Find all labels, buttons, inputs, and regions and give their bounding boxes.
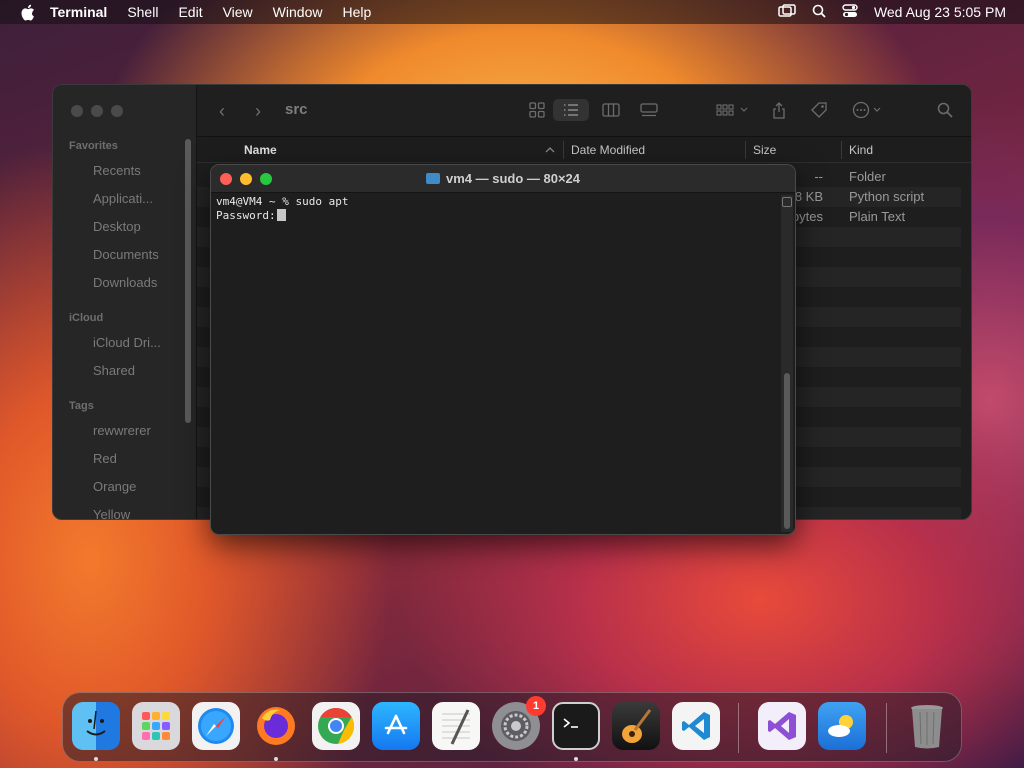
search-icon[interactable]	[812, 4, 826, 21]
file-kind: Folder	[849, 169, 886, 184]
menu-help[interactable]: Help	[342, 4, 371, 20]
finder-icon[interactable]	[72, 702, 120, 750]
column-name[interactable]: Name	[244, 143, 277, 157]
terminal-icon[interactable]	[552, 702, 600, 750]
back-icon[interactable]: ‹	[219, 101, 225, 122]
sidebar-scrollbar[interactable]	[185, 139, 191, 423]
terminal-titlebar[interactable]: vm4 — sudo — 80×24	[211, 165, 795, 193]
finder-sidebar: Favorites Recents Applicati... Desktop D…	[53, 85, 197, 519]
dock: 1	[62, 692, 962, 762]
sidebar-tag-yellow[interactable]: Yellow	[93, 507, 130, 519]
safari-icon[interactable]	[192, 702, 240, 750]
sidebar-item-applications[interactable]: Applicati...	[93, 191, 153, 206]
gallery-view-icon[interactable]	[637, 99, 661, 121]
menu-edit[interactable]: Edit	[178, 4, 202, 20]
folder-icon	[425, 173, 440, 184]
column-separator	[841, 141, 842, 159]
sidebar-item-recents[interactable]: Recents	[93, 163, 141, 178]
tag-icon[interactable]	[807, 99, 831, 121]
menu-view[interactable]: View	[223, 4, 253, 20]
sidebar-section-tags: Tags	[69, 400, 94, 412]
terminal-scroll-thumb[interactable]	[784, 373, 790, 529]
finder-search-icon[interactable]	[933, 99, 957, 121]
garageband-icon[interactable]	[612, 702, 660, 750]
file-kind: Plain Text	[849, 209, 906, 224]
running-indicator	[574, 757, 578, 761]
finder-column-header: Name Date Modified Size Kind	[197, 137, 971, 163]
list-view-icon[interactable]	[553, 99, 589, 121]
minimize-button[interactable]	[91, 105, 103, 117]
scroll-marker-icon[interactable]	[782, 197, 792, 207]
sidebar-item-documents[interactable]: Documents	[93, 247, 159, 262]
menu-window[interactable]: Window	[273, 4, 323, 20]
launchpad-icon[interactable]	[132, 702, 180, 750]
menu-clock[interactable]: Wed Aug 23 5:05 PM	[874, 4, 1006, 20]
sidebar-item-shared[interactable]: Shared	[93, 363, 135, 378]
terminal-line: Password:	[216, 209, 779, 223]
finder-path-title: src	[285, 101, 308, 118]
settings-icon[interactable]: 1	[492, 696, 546, 750]
terminal-title-text: vm4 — sudo — 80×24	[445, 171, 581, 186]
column-separator	[745, 141, 746, 159]
column-kind[interactable]: Kind	[849, 143, 873, 157]
menu-shell[interactable]: Shell	[127, 4, 158, 20]
file-size: 8 KB	[794, 189, 823, 204]
terminal-window: vm4 — sudo — 80×24 vm4@VM4 ~ % sudo apt …	[210, 164, 796, 535]
trash-icon[interactable]	[903, 702, 951, 750]
more-actions-icon[interactable]	[849, 99, 889, 121]
sidebar-item-desktop[interactable]: Desktop	[93, 219, 141, 234]
sidebar-tag-rewwrerer[interactable]: rewwrerer	[93, 423, 151, 438]
sidebar-tag-red[interactable]: Red	[93, 451, 117, 466]
chrome-icon[interactable]	[312, 702, 360, 750]
file-size: --	[814, 169, 823, 184]
column-view-icon[interactable]	[599, 99, 623, 121]
menu-bar: Terminal Shell Edit View Window Help Wed…	[0, 0, 1024, 24]
running-indicator	[274, 757, 278, 761]
sidebar-item-icloud-drive[interactable]: iCloud Dri...	[93, 335, 161, 350]
column-separator	[563, 141, 564, 159]
textedit-icon[interactable]	[432, 702, 480, 750]
password-prompt: Password:	[216, 209, 276, 222]
running-indicator	[94, 757, 98, 761]
forward-icon[interactable]: ›	[255, 101, 261, 122]
sidebar-section-favorites: Favorites	[69, 140, 118, 152]
screen-mirroring-icon[interactable]	[778, 3, 796, 21]
group-by-icon[interactable]	[713, 99, 753, 121]
icon-view-icon[interactable]	[525, 99, 549, 121]
column-size[interactable]: Size	[753, 143, 776, 157]
zoom-button[interactable]	[111, 105, 123, 117]
visual-studio-icon[interactable]	[758, 702, 806, 750]
menu-app-name[interactable]: Terminal	[50, 4, 107, 20]
notification-badge: 1	[526, 696, 546, 716]
terminal-scrollbar[interactable]	[781, 195, 793, 532]
app-store-icon[interactable]	[372, 702, 420, 750]
close-button[interactable]	[71, 105, 83, 117]
file-kind: Python script	[849, 189, 925, 204]
share-icon[interactable]	[767, 99, 791, 121]
dock-separator	[738, 703, 739, 753]
terminal-line: vm4@VM4 ~ % sudo apt	[216, 195, 349, 208]
file-size: bytes	[791, 209, 823, 224]
vscode-icon[interactable]	[672, 702, 720, 750]
apple-icon[interactable]	[18, 3, 36, 21]
terminal-content[interactable]: vm4@VM4 ~ % sudo apt Password:	[213, 195, 779, 534]
control-center-icon[interactable]	[842, 3, 858, 21]
finder-window-controls	[71, 105, 123, 117]
finder-toolbar: ‹ › src	[197, 85, 971, 137]
sort-chevron-icon[interactable]	[545, 143, 555, 157]
column-date-modified[interactable]: Date Modified	[571, 143, 645, 157]
firefox-icon[interactable]	[252, 702, 300, 750]
text-cursor	[276, 209, 286, 221]
terminal-title: vm4 — sudo — 80×24	[211, 171, 795, 186]
weather-icon[interactable]	[818, 702, 866, 750]
dock-separator	[886, 703, 887, 753]
sidebar-tag-orange[interactable]: Orange	[93, 479, 136, 494]
sidebar-item-downloads[interactable]: Downloads	[93, 275, 157, 290]
sidebar-section-icloud: iCloud	[69, 312, 104, 324]
